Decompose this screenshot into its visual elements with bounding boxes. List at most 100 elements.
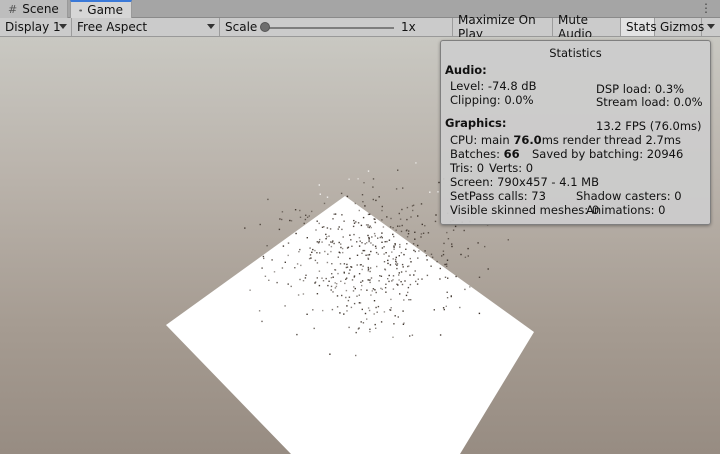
aspect-dropdown[interactable]: Free Aspect bbox=[72, 18, 220, 36]
particle bbox=[353, 222, 356, 224]
particle bbox=[303, 222, 305, 225]
particle bbox=[287, 283, 289, 285]
gizmos-button[interactable]: Gizmos bbox=[655, 18, 705, 36]
tab-game[interactable]: Game bbox=[70, 0, 132, 18]
gizmos-label: Gizmos bbox=[660, 20, 705, 34]
display-dropdown[interactable]: Display 1 bbox=[0, 18, 72, 36]
particle bbox=[467, 255, 469, 257]
particle bbox=[388, 274, 390, 277]
particle bbox=[382, 226, 385, 228]
particle bbox=[337, 228, 339, 230]
tab-scene[interactable]: # Scene bbox=[0, 0, 68, 18]
particle bbox=[332, 276, 334, 278]
more-options-icon[interactable]: ⋮ bbox=[700, 2, 712, 14]
particle bbox=[315, 229, 317, 231]
particle bbox=[407, 233, 410, 235]
particle bbox=[313, 327, 315, 330]
particle bbox=[349, 269, 351, 271]
particle bbox=[332, 291, 334, 293]
maximize-on-play-toggle[interactable]: Maximize On Play bbox=[453, 13, 553, 41]
particle bbox=[447, 238, 450, 240]
particle bbox=[380, 321, 383, 323]
batches-prefix: Batches: bbox=[450, 147, 504, 161]
particle bbox=[415, 280, 417, 283]
particle bbox=[340, 243, 342, 245]
particle bbox=[336, 295, 339, 297]
particle bbox=[399, 246, 401, 248]
particle bbox=[330, 289, 332, 291]
particle bbox=[366, 289, 368, 291]
particle bbox=[414, 270, 416, 272]
particle bbox=[446, 259, 449, 261]
particle bbox=[410, 216, 412, 218]
particle bbox=[395, 256, 397, 259]
particle bbox=[409, 335, 411, 337]
display-dropdown-label: Display 1 bbox=[5, 20, 61, 34]
particle bbox=[361, 284, 363, 287]
scale-slider-thumb[interactable] bbox=[260, 22, 270, 32]
scale-slider-track[interactable] bbox=[264, 27, 394, 29]
particle bbox=[306, 313, 308, 315]
particle bbox=[319, 238, 321, 241]
particle bbox=[358, 237, 361, 239]
particle bbox=[347, 246, 350, 248]
particle bbox=[388, 239, 391, 241]
gizmos-dropdown[interactable] bbox=[702, 18, 720, 36]
particle bbox=[319, 252, 321, 254]
dsp-load: DSP load: 0.3% bbox=[596, 82, 685, 96]
particle bbox=[410, 261, 412, 263]
particle bbox=[343, 220, 345, 222]
particle bbox=[388, 280, 390, 283]
particle bbox=[352, 290, 355, 292]
particle bbox=[309, 254, 312, 256]
game-viewport[interactable]: Statistics Audio: Level: -74.8 dB Clippi… bbox=[0, 37, 720, 454]
particle bbox=[353, 276, 355, 278]
particle bbox=[318, 284, 321, 287]
stats-toggle[interactable]: Stats bbox=[621, 18, 657, 36]
particle bbox=[339, 312, 341, 314]
mute-audio-toggle[interactable]: Mute Audio bbox=[553, 13, 621, 41]
particle bbox=[346, 305, 348, 307]
particle bbox=[390, 298, 392, 301]
particle bbox=[377, 237, 379, 239]
scale-value: 1x bbox=[401, 20, 416, 34]
particle bbox=[345, 289, 348, 292]
particle bbox=[414, 250, 416, 253]
particle bbox=[439, 278, 441, 280]
particle bbox=[361, 194, 364, 196]
particle bbox=[402, 323, 405, 325]
particle bbox=[264, 275, 267, 277]
particle bbox=[463, 229, 465, 232]
audio-header: Audio: bbox=[445, 63, 487, 77]
particle bbox=[312, 248, 314, 251]
particle bbox=[340, 246, 342, 249]
particle bbox=[372, 186, 374, 188]
particle bbox=[426, 274, 429, 277]
particle bbox=[284, 261, 286, 263]
particle bbox=[325, 233, 327, 236]
particle bbox=[299, 216, 302, 218]
particle bbox=[333, 213, 335, 215]
particle bbox=[279, 218, 281, 220]
particle bbox=[431, 256, 434, 258]
particle bbox=[409, 283, 412, 286]
particle bbox=[443, 308, 445, 311]
particle bbox=[338, 226, 340, 228]
particle bbox=[446, 231, 448, 234]
particle bbox=[346, 277, 348, 279]
particle bbox=[387, 262, 389, 265]
audio-level: Level: -74.8 dB bbox=[450, 79, 537, 93]
particle bbox=[407, 286, 410, 289]
particle bbox=[330, 277, 333, 279]
particle bbox=[392, 288, 395, 290]
particle bbox=[319, 193, 321, 195]
particle bbox=[262, 255, 265, 258]
particle bbox=[330, 285, 333, 288]
particle bbox=[409, 257, 411, 260]
particle bbox=[412, 243, 415, 245]
particle bbox=[369, 281, 371, 284]
grid-icon: # bbox=[8, 2, 18, 16]
particle bbox=[339, 252, 341, 254]
particle bbox=[282, 245, 285, 247]
particle bbox=[420, 233, 423, 235]
